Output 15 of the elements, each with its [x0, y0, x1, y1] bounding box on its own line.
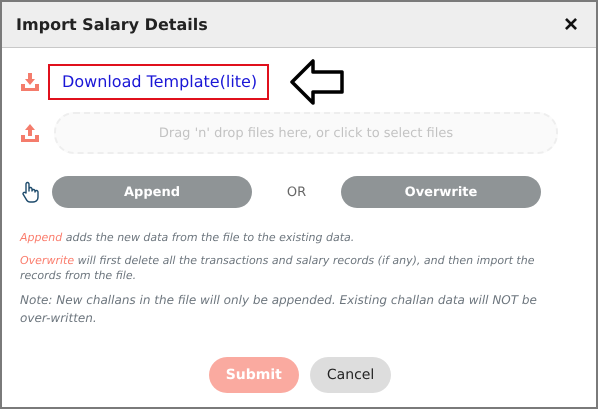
upload-icon: [20, 123, 40, 143]
close-button[interactable]: ×: [560, 12, 582, 36]
note-text: Note: New challans in the file will only be appended. Existing challan data will NOT be over-written.: [20, 292, 538, 327]
cancel-button[interactable]: Cancel: [310, 357, 392, 393]
overwrite-button[interactable]: Overwrite: [341, 176, 541, 208]
or-separator: OR: [286, 184, 308, 200]
file-dropzone[interactable]: Drag 'n' drop files here, or click to select files: [54, 112, 558, 154]
download-icon: [20, 72, 40, 92]
explanation-text: Overwrite will first delete all the transactions and salary records (if any), and then import the records from the file.: [20, 253, 536, 283]
pointer-hand-icon: [20, 181, 40, 203]
arrow-icon: [289, 58, 346, 106]
dialog-title: Import Salary Details: [16, 15, 208, 34]
append-button[interactable]: Append: [52, 176, 252, 208]
explanation-text: Append adds the new data from the file to the existing data.: [20, 230, 356, 245]
download-template-link[interactable]: Download Template(lite): [48, 64, 270, 100]
